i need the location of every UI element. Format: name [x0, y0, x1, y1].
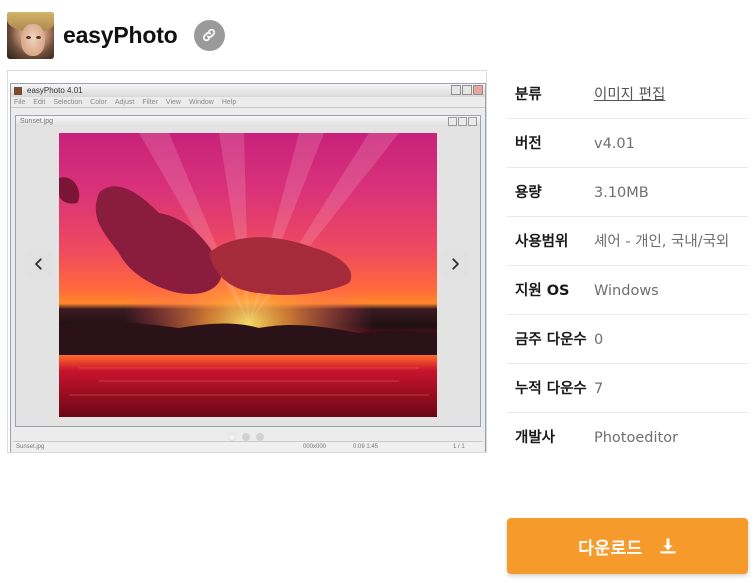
total-downloads-label: 누적 다운수 [515, 381, 587, 397]
app-header: easyPhoto [7, 10, 225, 60]
carousel-next-button[interactable] [439, 248, 471, 280]
app-info-table: 분류 이미지 편집 버전 v4.01 용량 3.10MB 사용범위 셰어 - 개… [507, 70, 748, 461]
link-icon [202, 28, 216, 42]
chevron-left-icon [35, 258, 42, 270]
screenshot-menu-item: Edit [33, 98, 46, 106]
status-size: 000x000 [303, 444, 327, 450]
status-filename: Sunset.jpg [16, 444, 45, 450]
chevron-right-icon [452, 258, 459, 270]
screenshot-menu-item: View [165, 98, 181, 106]
screenshot-menu-item: Selection [53, 98, 83, 106]
carousel-dot[interactable] [256, 433, 264, 441]
screenshot-menu-item: Adjust [114, 98, 135, 106]
screenshot-menu-item: Filter [142, 98, 158, 106]
size-label: 용량 [515, 185, 542, 201]
screenshot-carousel[interactable]: easyPhoto 4.01 File Edit Selection Color Adj… [7, 70, 487, 453]
version-label: 버전 [515, 136, 542, 152]
carousel-prev-button[interactable] [23, 248, 55, 280]
category-label: 분류 [515, 87, 542, 103]
carousel-dots [228, 433, 264, 441]
developer-value: Photoeditor [594, 430, 679, 446]
screenshot-menu-item: File [14, 98, 26, 106]
info-row-os: 지원 OS Windows [507, 266, 748, 315]
window-title: easyPhoto 4.01 [27, 86, 83, 95]
window-app-icon [14, 86, 22, 95]
info-row-size: 용량 3.10MB [507, 168, 748, 217]
carousel-dot[interactable] [242, 433, 250, 441]
carousel-dot[interactable] [228, 433, 236, 441]
screenshot-menu-item: Window [188, 98, 214, 106]
sunset-photo [59, 133, 437, 417]
info-row-total-downloads: 누적 다운수 7 [507, 364, 748, 413]
os-label: 지원 OS [515, 283, 570, 299]
download-icon [659, 537, 677, 555]
info-row-developer: 개발사 Photoeditor [507, 413, 748, 461]
license-value: 셰어 - 개인, 국내/국외 [594, 234, 730, 250]
download-button[interactable]: 다운로드 [507, 518, 748, 574]
document-title: Sunset.jpg [16, 116, 480, 127]
developer-label: 개발사 [515, 430, 556, 446]
window-menu-bar: File Edit Selection Color Adjust Filter View Wi… [11, 97, 485, 108]
os-value: Windows [594, 283, 659, 299]
category-link[interactable]: 이미지 편집 [594, 87, 665, 103]
app-title: easyPhoto [63, 21, 178, 48]
window-status-bar: Sunset.jpg 000x000 0:09 1:45 1 / 1 [13, 441, 483, 452]
info-row-weekly-downloads: 금주 다운수 0 [507, 315, 748, 364]
info-row-license: 사용범위 셰어 - 개인, 국내/국외 [507, 217, 748, 266]
total-downloads-value: 7 [594, 381, 604, 397]
screenshot-menu-item: Help [221, 98, 237, 106]
app-screenshot: easyPhoto 4.01 File Edit Selection Color Adj… [10, 83, 486, 452]
copy-link-button[interactable] [193, 19, 225, 51]
info-row-version: 버전 v4.01 [507, 119, 748, 168]
document-window: Sunset.jpg [15, 115, 481, 427]
license-label: 사용범위 [515, 234, 569, 250]
version-value: v4.01 [594, 136, 635, 152]
size-value: 3.10MB [594, 185, 649, 201]
status-page: 1 / 1 [453, 444, 465, 450]
info-row-category: 분류 이미지 편집 [507, 70, 748, 119]
status-time: 0:09 1:45 [353, 444, 379, 450]
weekly-downloads-value: 0 [594, 332, 604, 348]
weekly-downloads-label: 금주 다운수 [515, 332, 587, 348]
app-portrait-icon [7, 11, 54, 59]
screenshot-menu-item: Color [90, 98, 107, 106]
download-label: 다운로드 [578, 538, 643, 559]
